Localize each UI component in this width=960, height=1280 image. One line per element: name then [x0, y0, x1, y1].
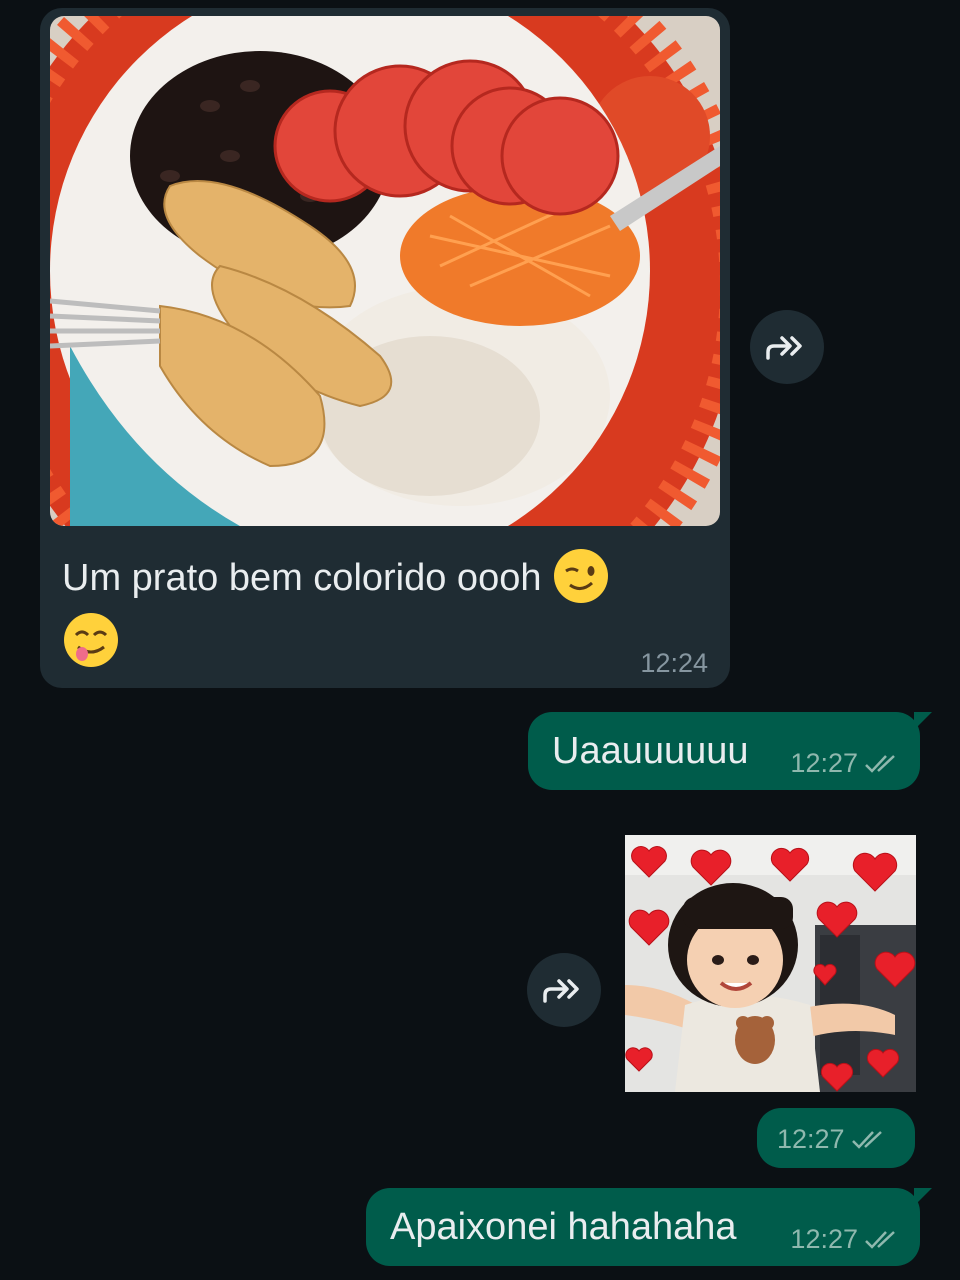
face-savoring-food-emoji-icon: [62, 611, 120, 669]
winking-face-emoji-icon: [552, 547, 610, 605]
outgoing-message-bubble[interactable]: Apaixonei hahahaha 12:27: [366, 1188, 932, 1266]
girl-with-hearts-photo[interactable]: [625, 835, 916, 1092]
message-text: Apaixonei hahahaha: [390, 1206, 737, 1248]
forward-icon: [766, 336, 802, 360]
forward-icon: [543, 979, 579, 1003]
caption-text: Um prato bem colorido oooh: [62, 557, 542, 599]
double-check-icon: [865, 754, 895, 773]
outgoing-message-bubble[interactable]: Uaauuuuuu 12:27: [528, 712, 932, 790]
message-text: Uaauuuuuu: [552, 730, 749, 772]
double-check-icon: [865, 1230, 895, 1249]
message-time-row: 12:27: [777, 1124, 887, 1155]
food-photo[interactable]: [50, 16, 720, 526]
forward-button[interactable]: [750, 310, 824, 384]
message-caption: Um prato bem colorido oooh: [62, 546, 682, 674]
message-time-row: 12:27: [790, 1224, 900, 1255]
forward-button[interactable]: [527, 953, 601, 1027]
message-time: 12:27: [790, 748, 858, 778]
photo-time-badge: 12:27: [757, 1108, 915, 1168]
message-time: 12:24: [640, 648, 708, 678]
message-time: 12:27: [777, 1124, 845, 1154]
double-check-icon: [851, 1130, 882, 1149]
message-time-row: 12:27: [790, 748, 900, 779]
incoming-message-bubble[interactable]: Um prato bem colorido oooh 12:24: [40, 8, 730, 688]
message-time: 12:27: [790, 1224, 858, 1254]
